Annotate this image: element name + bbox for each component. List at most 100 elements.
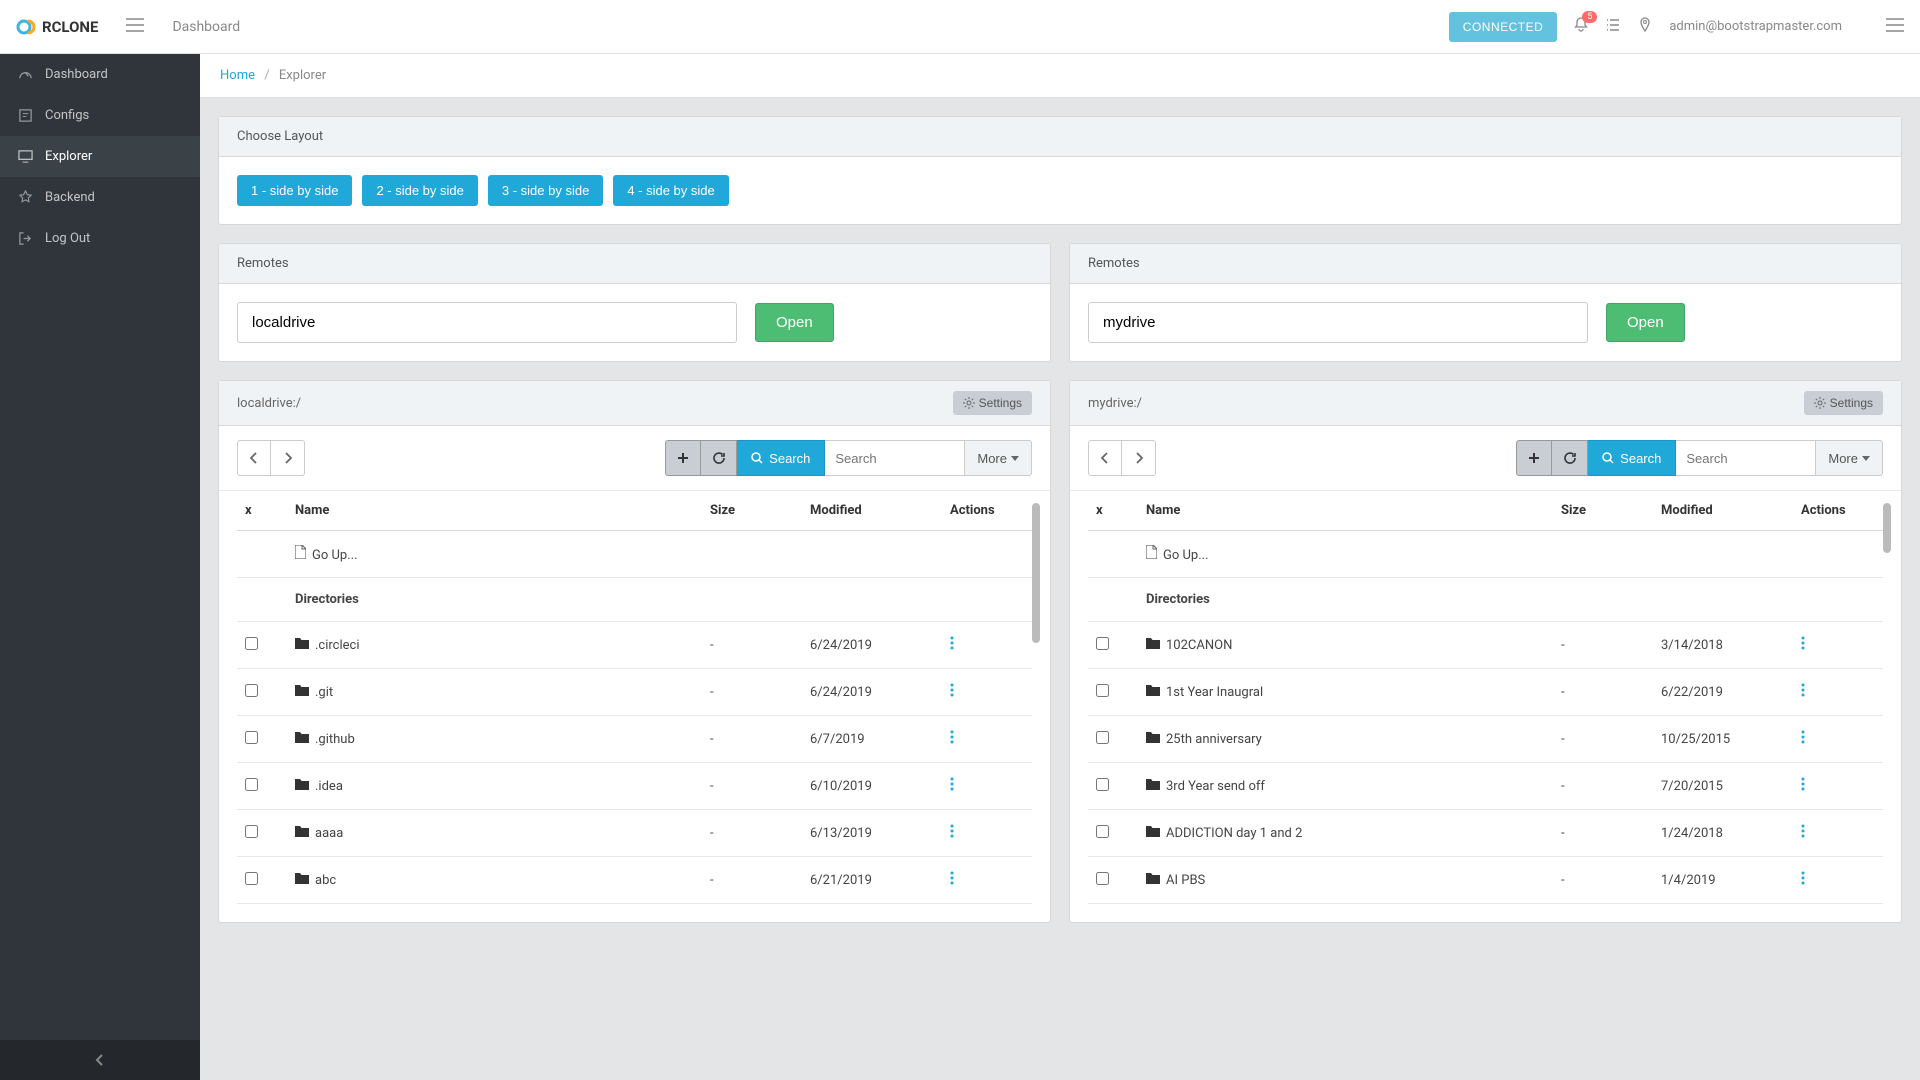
- refresh-icon: [1563, 451, 1577, 465]
- row-actions-icon[interactable]: [1801, 869, 1805, 890]
- col-name: Name: [1138, 491, 1553, 531]
- monitor-icon: [18, 149, 33, 164]
- settings-button-right[interactable]: Settings: [1804, 391, 1883, 415]
- row-actions-icon[interactable]: [950, 728, 954, 749]
- table-row[interactable]: .idea-6/10/2019: [237, 763, 1032, 810]
- nav-forward-button[interactable]: [271, 440, 305, 476]
- row-actions-icon[interactable]: [1801, 634, 1805, 655]
- row-actions-icon[interactable]: [1801, 775, 1805, 796]
- more-button[interactable]: More: [1816, 440, 1883, 476]
- table-row[interactable]: abc-6/21/2019: [237, 857, 1032, 904]
- layout-3-button[interactable]: 3 - side by side: [488, 175, 603, 206]
- row-checkbox[interactable]: [245, 872, 258, 885]
- layout-buttons: 1 - side by side 2 - side by side 3 - si…: [237, 175, 1883, 206]
- row-modified: 6/24/2019: [802, 669, 942, 716]
- table-row[interactable]: 102CANON-3/14/2018: [1088, 622, 1883, 669]
- table-row[interactable]: .github-6/7/2019: [237, 716, 1032, 763]
- row-checkbox[interactable]: [245, 637, 258, 650]
- sidebar-item-backend[interactable]: Backend: [0, 177, 200, 218]
- pin-icon[interactable]: [1637, 17, 1653, 37]
- row-actions-icon[interactable]: [1801, 728, 1805, 749]
- table-row[interactable]: AI PBS-1/4/2019: [1088, 857, 1883, 904]
- search-button[interactable]: Search: [737, 440, 825, 476]
- nav-back-button[interactable]: [237, 440, 271, 476]
- logo[interactable]: RCLONE: [16, 17, 98, 37]
- col-size: Size: [1553, 491, 1653, 531]
- row-checkbox[interactable]: [245, 684, 258, 697]
- row-checkbox[interactable]: [1096, 731, 1109, 744]
- table-row[interactable]: ADDICTION day 1 and 2-1/24/2018: [1088, 810, 1883, 857]
- table-row[interactable]: 1st Year Inaugral-6/22/2019: [1088, 669, 1883, 716]
- table-row[interactable]: 3rd Year send off-7/20/2015: [1088, 763, 1883, 810]
- row-actions-icon[interactable]: [950, 822, 954, 843]
- table-row[interactable]: 25th anniversary-10/25/2015: [1088, 716, 1883, 763]
- refresh-button[interactable]: [1552, 440, 1588, 476]
- row-name: abc: [315, 873, 336, 888]
- nav-forward-button[interactable]: [1122, 440, 1156, 476]
- sidebar-item-explorer[interactable]: Explorer: [0, 136, 200, 177]
- open-button-right[interactable]: Open: [1606, 303, 1685, 342]
- speedometer-icon: [18, 67, 33, 82]
- folder-icon: [295, 732, 309, 747]
- path-label-right: mydrive:/: [1088, 396, 1142, 411]
- row-name: 3rd Year send off: [1166, 779, 1265, 794]
- list-icon[interactable]: [1605, 17, 1621, 37]
- row-actions-icon[interactable]: [950, 634, 954, 655]
- document-icon: [1146, 548, 1157, 563]
- remote-input-right[interactable]: [1088, 302, 1588, 343]
- directories-label: Directories: [1138, 578, 1553, 622]
- table-row[interactable]: aaaa-6/13/2019: [237, 810, 1032, 857]
- add-button[interactable]: [1516, 440, 1552, 476]
- row-actions-icon[interactable]: [950, 681, 954, 702]
- row-actions-icon[interactable]: [1801, 681, 1805, 702]
- connected-button[interactable]: CONNECTED: [1449, 12, 1558, 42]
- top-bar: RCLONE Dashboard CONNECTED 5 admin@boots…: [0, 0, 1920, 54]
- row-checkbox[interactable]: [1096, 825, 1109, 838]
- folder-icon: [295, 873, 309, 888]
- row-checkbox[interactable]: [245, 825, 258, 838]
- table-row[interactable]: .git-6/24/2019: [237, 669, 1032, 716]
- open-button-left[interactable]: Open: [755, 303, 834, 342]
- explorer-card-right: mydrive:/ Settings: [1069, 380, 1902, 923]
- table-row[interactable]: .circleci-6/24/2019: [237, 622, 1032, 669]
- breadcrumb-home[interactable]: Home: [220, 68, 255, 83]
- sidebar-item-dashboard[interactable]: Dashboard: [0, 54, 200, 95]
- go-up-row[interactable]: Go Up...: [1088, 531, 1883, 578]
- row-actions-icon[interactable]: [950, 869, 954, 890]
- remote-input-left[interactable]: [237, 302, 737, 343]
- sidebar-item-logout[interactable]: Log Out: [0, 218, 200, 259]
- row-checkbox[interactable]: [1096, 684, 1109, 697]
- layout-4-button[interactable]: 4 - side by side: [613, 175, 728, 206]
- refresh-button[interactable]: [701, 440, 737, 476]
- search-button[interactable]: Search: [1588, 440, 1676, 476]
- layout-1-button[interactable]: 1 - side by side: [237, 175, 352, 206]
- sidebar-toggle-icon[interactable]: [126, 18, 144, 36]
- row-actions-icon[interactable]: [950, 775, 954, 796]
- row-checkbox[interactable]: [245, 731, 258, 744]
- add-button[interactable]: [665, 440, 701, 476]
- row-actions-icon[interactable]: [1801, 822, 1805, 843]
- sidebar-item-configs[interactable]: Configs: [0, 95, 200, 136]
- sidebar-collapse-button[interactable]: [0, 1040, 200, 1080]
- row-checkbox[interactable]: [245, 778, 258, 791]
- scrollbar-thumb[interactable]: [1883, 503, 1891, 553]
- row-size: -: [1553, 810, 1653, 857]
- settings-button-left[interactable]: Settings: [953, 391, 1032, 415]
- bell-icon[interactable]: 5: [1573, 17, 1589, 37]
- search-input-right[interactable]: [1676, 440, 1816, 476]
- row-checkbox[interactable]: [1096, 778, 1109, 791]
- layout-2-button[interactable]: 2 - side by side: [362, 175, 477, 206]
- row-checkbox[interactable]: [1096, 637, 1109, 650]
- document-icon: [295, 548, 306, 563]
- sidebar-item-label: Log Out: [45, 231, 90, 246]
- col-modified: Modified: [802, 491, 942, 531]
- nav-back-button[interactable]: [1088, 440, 1122, 476]
- right-menu-icon[interactable]: [1886, 18, 1904, 36]
- folder-icon: [295, 826, 309, 841]
- scrollbar-thumb[interactable]: [1032, 503, 1040, 643]
- row-checkbox[interactable]: [1096, 872, 1109, 885]
- more-button[interactable]: More: [965, 440, 1032, 476]
- directories-label: Directories: [287, 578, 702, 622]
- search-input-left[interactable]: [825, 440, 965, 476]
- go-up-row[interactable]: Go Up...: [237, 531, 1032, 578]
